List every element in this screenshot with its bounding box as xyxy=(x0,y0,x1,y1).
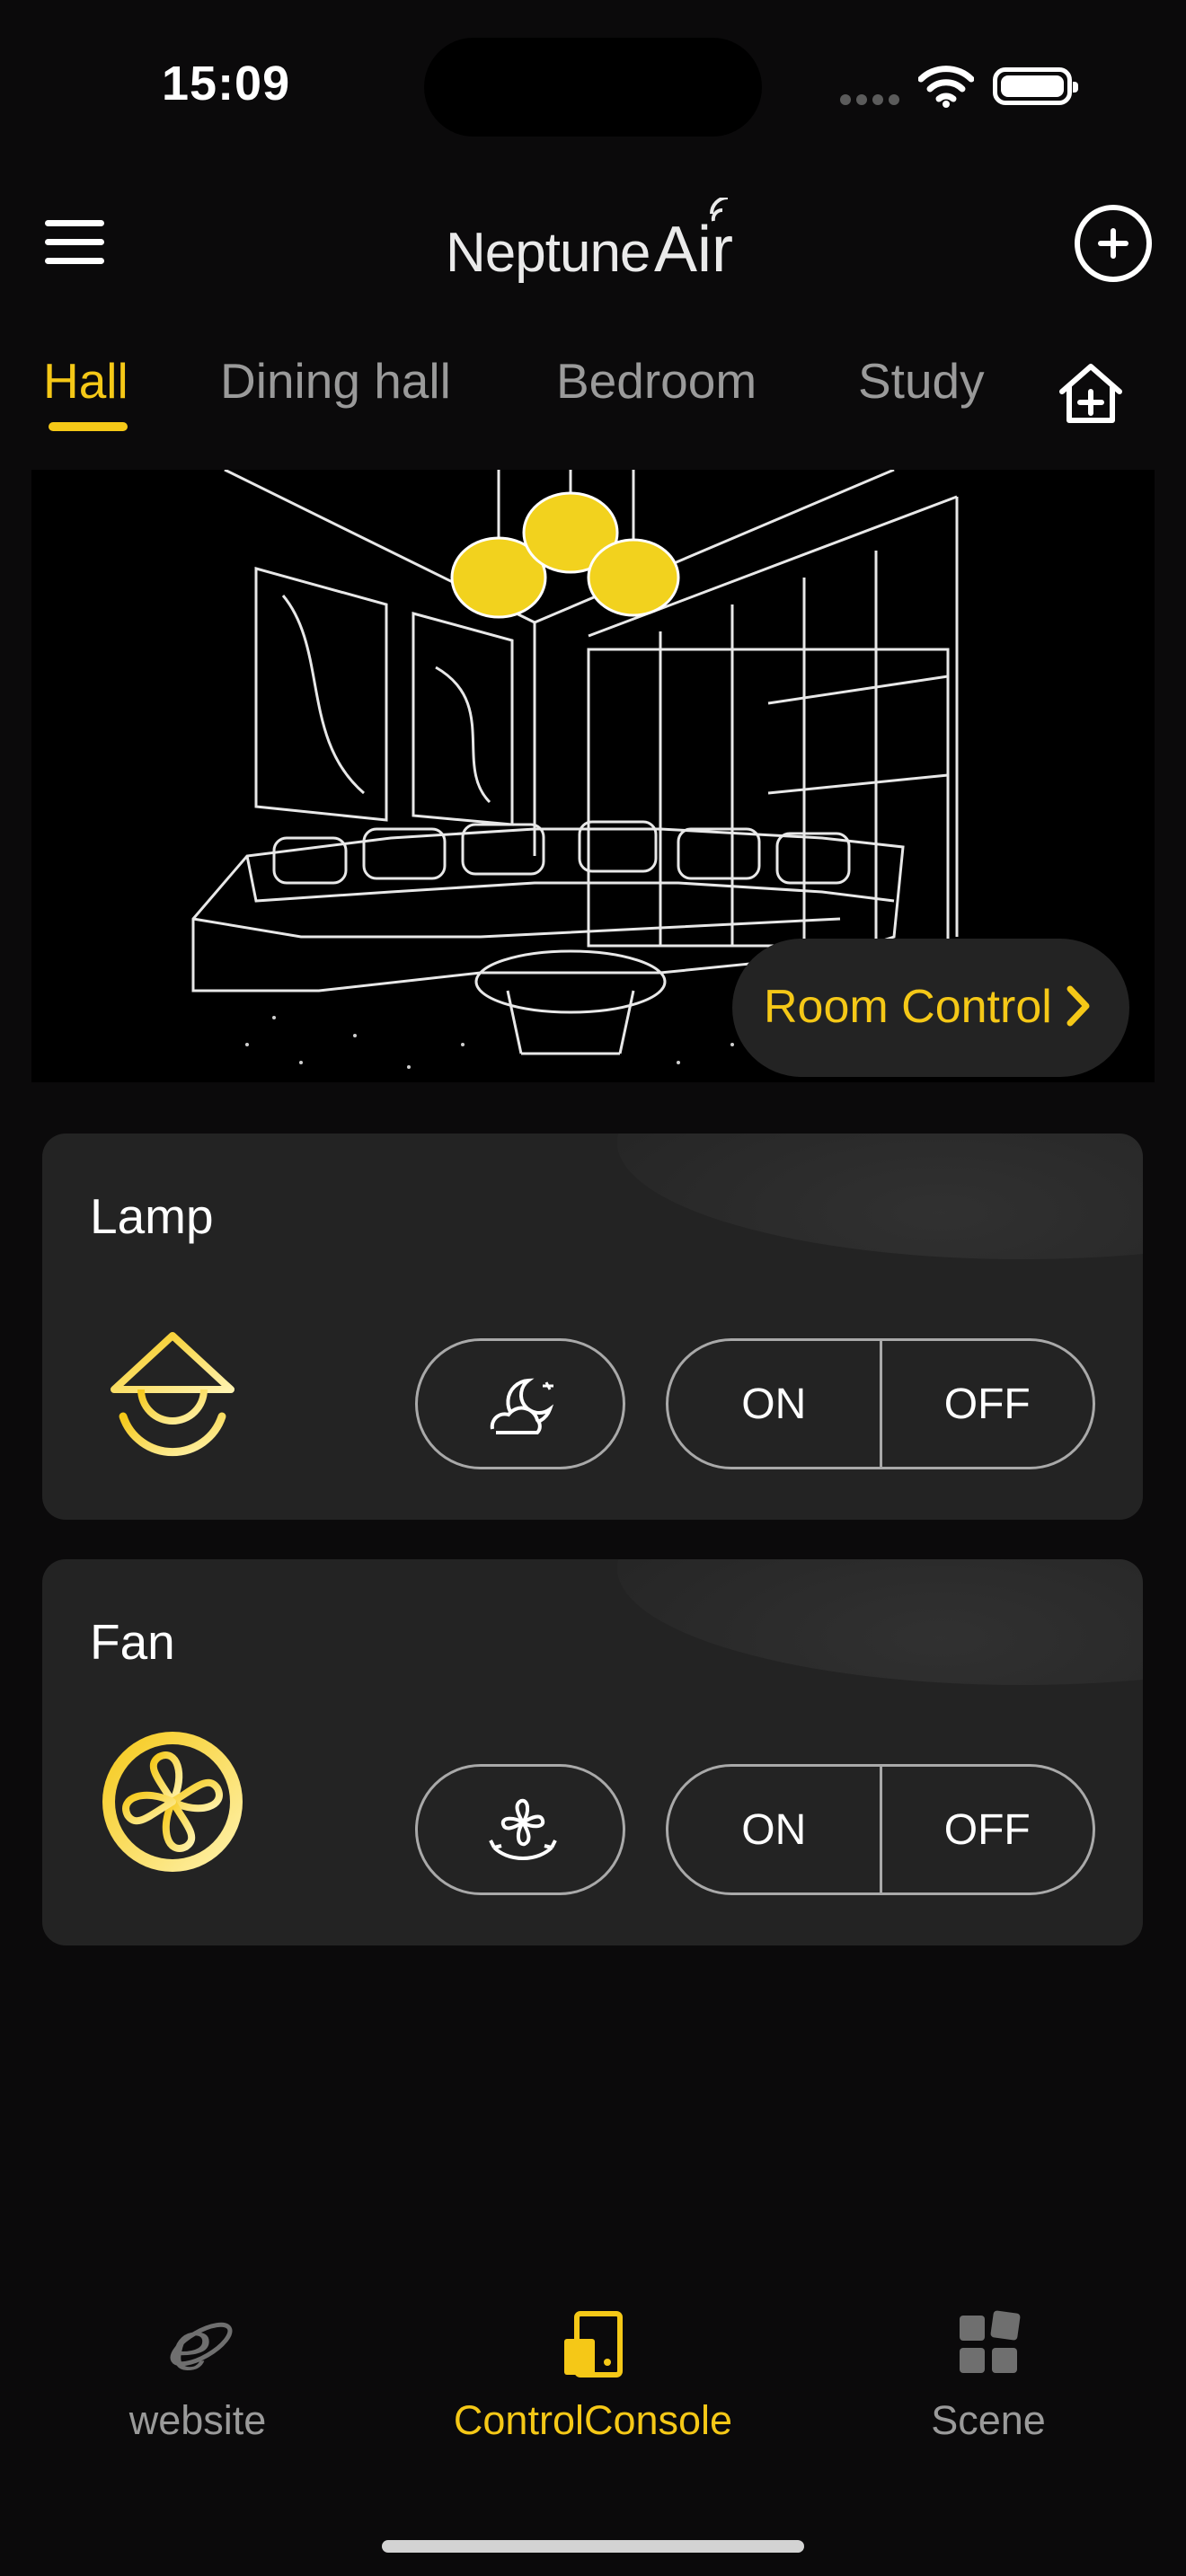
room-control-button[interactable]: Room Control xyxy=(732,939,1129,1077)
tab-bedroom[interactable]: Bedroom xyxy=(556,352,757,410)
room-control-label: Room Control xyxy=(764,981,1052,1033)
device-card-fan: Fan ON OFF xyxy=(42,1559,1143,1945)
lamp-power-toggle: ON OFF xyxy=(666,1338,1095,1469)
moon-night-mode-icon xyxy=(490,1378,554,1434)
nav-scene[interactable]: Scene xyxy=(840,2308,1137,2444)
add-room-home-icon[interactable] xyxy=(1055,361,1127,430)
home-indicator[interactable] xyxy=(382,2540,804,2553)
device-card-lamp: Lamp ON OFF xyxy=(42,1134,1143,1520)
svg-text:Neptune: Neptune xyxy=(446,222,650,284)
nav-label: Scene xyxy=(931,2397,1046,2443)
dynamic-island xyxy=(424,38,762,137)
fan-swing-icon xyxy=(489,1798,557,1860)
lamp-icon xyxy=(111,1292,235,1457)
fan-off-button[interactable]: OFF xyxy=(882,1767,1093,1892)
scene-grid-icon xyxy=(960,2310,1021,2373)
card-sheen-decoration xyxy=(617,1134,1143,1259)
lamp-on-button[interactable]: ON xyxy=(668,1341,882,1467)
night-mode-button[interactable] xyxy=(415,1338,625,1469)
device-name: Lamp xyxy=(90,1188,214,1244)
control-console-icon xyxy=(564,2311,623,2378)
cellular-signal-icon xyxy=(840,93,905,110)
nav-label: website xyxy=(128,2397,267,2443)
wifi-icon xyxy=(917,65,975,112)
nav-label: ControlConsole xyxy=(453,2397,733,2443)
fan-on-button[interactable]: ON xyxy=(668,1767,882,1892)
card-sheen-decoration xyxy=(617,1559,1143,1685)
neptuneair-logo: Neptune Air xyxy=(446,198,733,286)
nav-control-console[interactable]: ControlConsole xyxy=(445,2308,741,2444)
browser-e-icon: e xyxy=(170,2306,233,2386)
device-name: Fan xyxy=(90,1614,175,1670)
fan-icon xyxy=(102,1732,243,1872)
tab-hall[interactable]: Hall xyxy=(43,352,128,410)
status-time: 15:09 xyxy=(162,57,291,110)
add-device-button[interactable] xyxy=(1075,205,1152,282)
active-tab-indicator xyxy=(49,422,128,431)
nav-website[interactable]: e website xyxy=(49,2306,346,2444)
hamburger-menu-icon[interactable] xyxy=(45,220,104,265)
tab-dining-hall[interactable]: Dining hall xyxy=(220,352,451,410)
battery-icon xyxy=(993,67,1078,105)
fan-power-toggle: ON OFF xyxy=(666,1764,1095,1895)
chevron-right-icon xyxy=(1067,985,1090,1027)
svg-text:Air: Air xyxy=(654,214,733,286)
lamp-off-button[interactable]: OFF xyxy=(882,1341,1093,1467)
tab-study[interactable]: Study xyxy=(858,352,985,410)
fan-swing-button[interactable] xyxy=(415,1764,625,1895)
svg-text:e: e xyxy=(171,2308,212,2380)
